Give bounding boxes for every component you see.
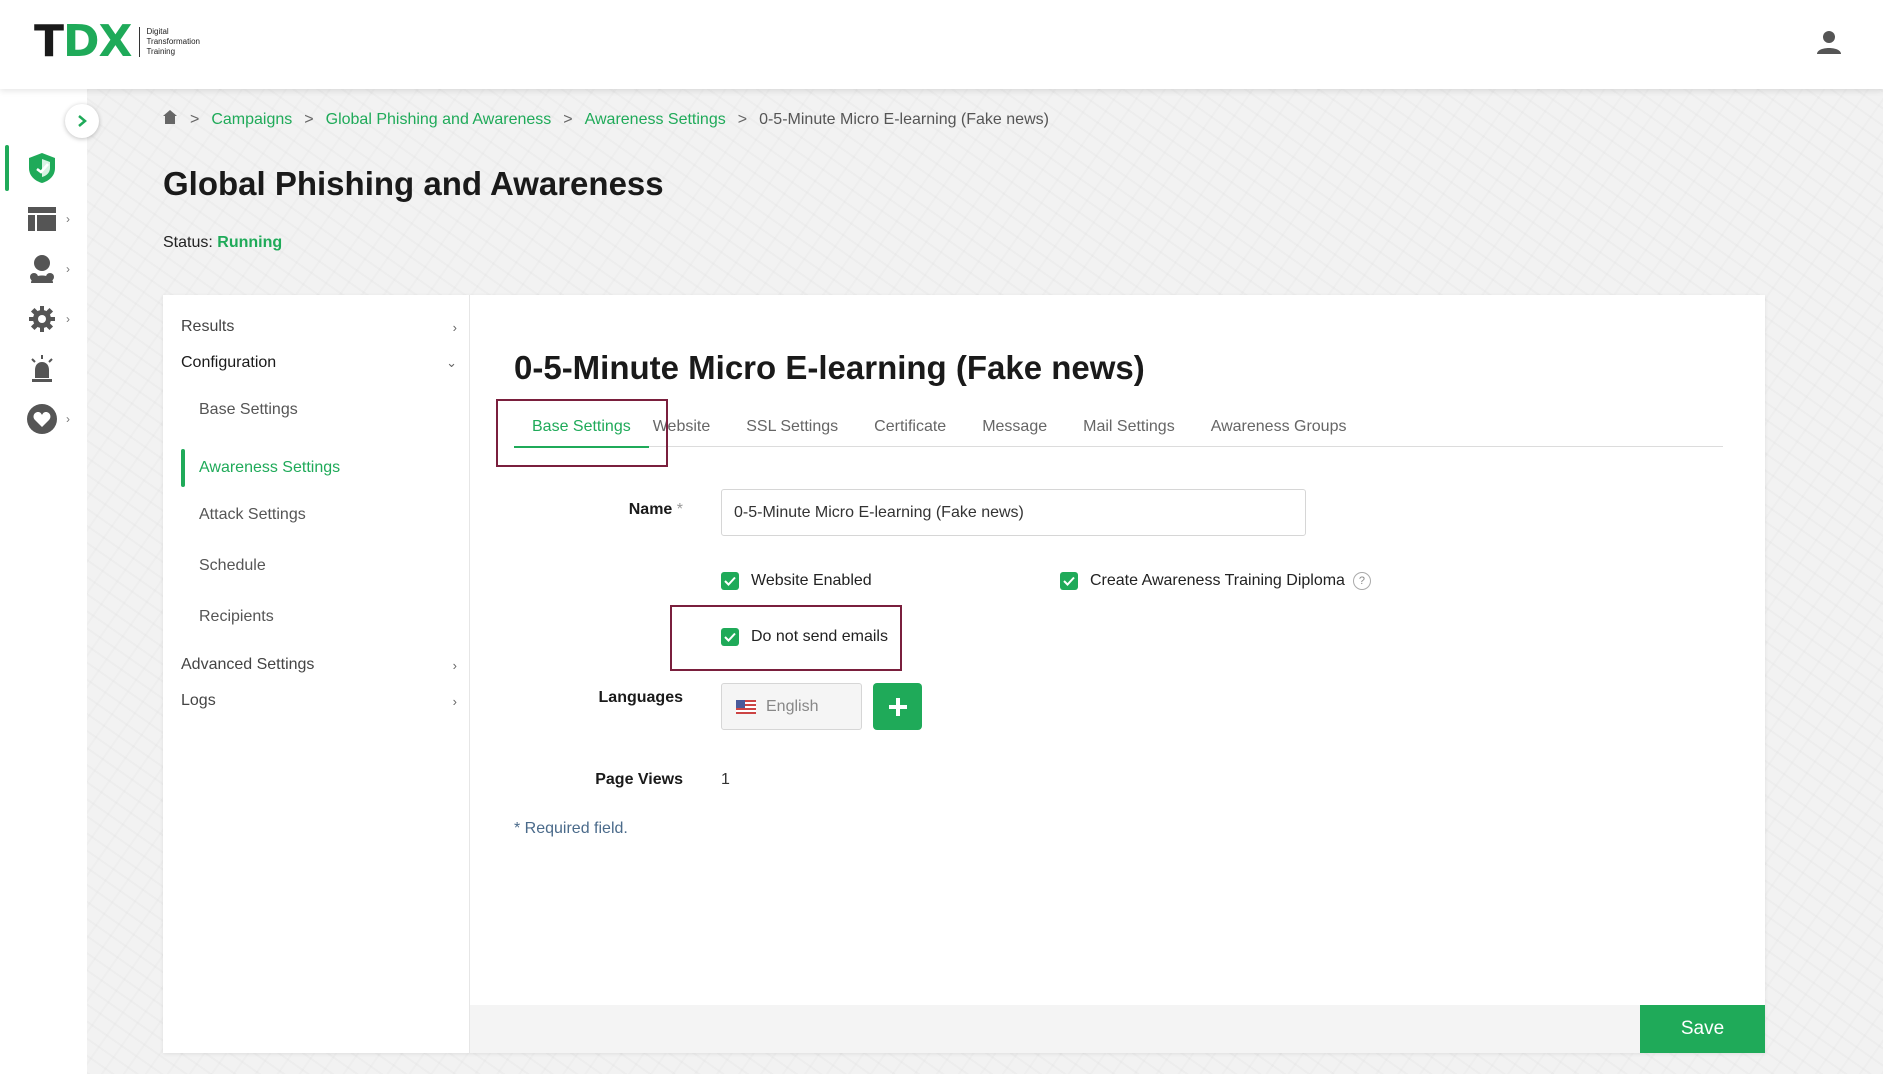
website-enabled-option[interactable]: Website Enabled [721,572,872,590]
help-icon[interactable]: ? [1352,572,1371,590]
nav-logs[interactable]: Logs › [181,684,457,718]
rail-item-settings[interactable]: › [0,296,87,342]
breadcrumb: > Campaigns > Global Phishing and Awaren… [162,109,1049,130]
section-nav: Results › Configuration ⌄ Base Settings … [163,295,470,1053]
nav-base-settings[interactable]: Base Settings [199,393,298,427]
breadcrumb-separator: > [737,110,748,128]
chevron-right-icon: › [66,412,70,426]
nav-logs-label: Logs [181,692,216,709]
tab-certificate[interactable]: Certificate [874,407,946,447]
required-mark: * [676,501,683,518]
tab-awareness-groups[interactable]: Awareness Groups [1211,407,1347,447]
highlight-box-tab [496,399,668,467]
users-icon [24,251,60,287]
tab-ssl-settings[interactable]: SSL Settings [746,407,838,447]
nav-schedule[interactable]: Schedule [199,549,266,583]
main-panel: Results › Configuration ⌄ Base Settings … [163,295,1765,1053]
rail-item-users[interactable]: › [0,246,87,292]
name-label: Name * [570,501,683,519]
language-chip[interactable]: English [721,683,862,730]
breadcrumb-separator: > [304,110,314,128]
languages-label: Languages [598,689,683,706]
breadcrumb-separator: > [190,110,200,128]
nav-configuration-label: Configuration [181,354,277,371]
chevron-right-icon: › [66,262,70,276]
layout-icon [24,201,60,237]
name-label-text: Name [628,501,673,518]
chevron-right-icon: › [66,312,70,326]
create-diploma-option[interactable]: Create Awareness Training Diploma ? [1060,572,1371,590]
tab-mail-settings[interactable]: Mail Settings [1083,407,1175,447]
user-icon[interactable] [1815,28,1843,56]
chevron-right-icon: › [452,693,457,709]
content-title: 0-5-Minute Micro E-learning (Fake news) [514,349,1145,386]
do-not-send-emails-option[interactable]: Do not send emails [721,628,888,646]
heart-icon [24,401,60,437]
settings-tabs: Base Settings Website SSL Settings Certi… [514,407,1723,448]
tdx-logo[interactable]: TDX Digital Transformation Training [34,20,200,64]
us-flag-icon [736,699,756,714]
breadcrumb-campaigns[interactable]: Campaigns [211,111,292,129]
nav-advanced-label: Advanced Settings [181,656,315,673]
rail-item-alerts[interactable] [0,346,87,392]
checkbox-checked-icon[interactable] [721,572,739,590]
logo-subtitle: Digital Transformation Training [139,27,200,57]
checkbox-checked-icon[interactable] [1060,572,1078,590]
nav-results-label: Results [181,318,235,335]
form-footer [470,1005,1765,1053]
checkbox-checked-icon[interactable] [721,628,739,646]
breadcrumb-awareness-settings[interactable]: Awareness Settings [585,111,726,129]
campaign-status: Status: Running [163,234,282,252]
status-label: Status: [163,234,213,251]
name-input[interactable] [721,489,1306,536]
tab-message[interactable]: Message [982,407,1047,447]
page-views-label: Page Views [595,771,683,788]
language-label: English [766,697,819,715]
shield-icon [24,150,60,186]
chevron-down-icon: ⌄ [446,355,457,370]
rail-item-campaigns[interactable] [0,145,87,191]
top-header: TDX Digital Transformation Training [0,0,1883,89]
nav-awareness-settings[interactable]: Awareness Settings [199,451,340,485]
create-diploma-label: Create Awareness Training Diploma [1090,572,1345,589]
chevron-right-icon: › [66,212,70,226]
breadcrumb-current: 0-5-Minute Micro E-learning (Fake news) [759,110,1049,128]
page-title: Global Phishing and Awareness [163,165,664,202]
breadcrumb-campaign[interactable]: Global Phishing and Awareness [326,111,552,129]
nav-advanced-settings[interactable]: Advanced Settings › [181,648,457,682]
chevron-right-icon [78,115,87,127]
content-area: 0-5-Minute Micro E-learning (Fake news) … [470,295,1765,1053]
alarm-icon [24,351,60,387]
nav-results[interactable]: Results › [181,310,457,344]
nav-recipients[interactable]: Recipients [199,600,274,634]
breadcrumb-separator: > [563,110,573,128]
home-icon[interactable] [162,109,178,130]
logo-wordmark: TDX [34,16,132,67]
active-indicator [181,449,185,487]
rail-item-favorites[interactable]: › [0,396,87,442]
save-button[interactable]: Save [1640,1005,1765,1053]
nav-configuration[interactable]: Configuration ⌄ [181,346,457,380]
gear-icon [24,301,60,337]
website-enabled-label: Website Enabled [751,572,872,589]
chevron-right-icon: › [452,319,457,335]
nav-attack-settings[interactable]: Attack Settings [199,498,306,532]
required-field-note: * Required field. [514,820,628,837]
rail-item-dashboard[interactable]: › [0,196,87,242]
do-not-send-emails-label: Do not send emails [751,628,888,645]
status-value: Running [217,234,283,251]
left-rail: › › › › [0,89,87,1074]
add-language-button[interactable] [873,683,922,730]
plus-icon [888,697,907,716]
sidebar-expand-button[interactable] [65,104,99,138]
chevron-right-icon: › [452,657,457,673]
page-views-value: 1 [721,771,730,788]
